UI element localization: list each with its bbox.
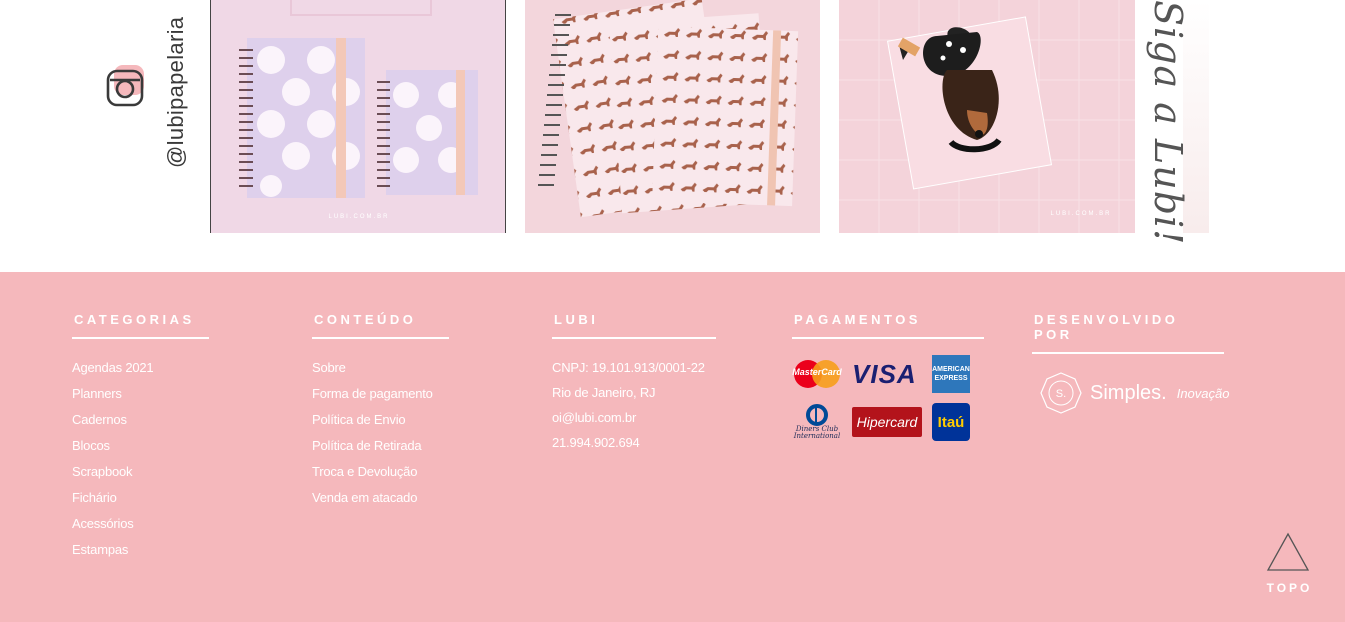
- link-politica-retirada[interactable]: Política de Retirada: [312, 433, 449, 459]
- photo-watermark: LUBI.COM.BR: [1050, 211, 1111, 217]
- simples-badge-icon: S.: [1040, 372, 1082, 414]
- instagram-icon[interactable]: [106, 63, 146, 107]
- dachshund-notebook-image: LUBI.COM.BR: [839, 0, 1135, 233]
- diners-icon: Diners Club International: [792, 404, 842, 440]
- lubi-info: CNPJ: 19.101.913/0001-22 Rio de Janeiro,…: [552, 355, 716, 455]
- link-blocos[interactable]: Blocos: [72, 433, 209, 459]
- instagram-section: @lubipapelaria LUBI.COM.BR LUBI.COM.BR S…: [0, 0, 1345, 272]
- footer-col-lubi: LUBI CNPJ: 19.101.913/0001-22 Rio de Jan…: [552, 312, 716, 455]
- footer-col-title: DESENVOLVIDO POR: [1032, 312, 1224, 354]
- svg-text:S.: S.: [1056, 388, 1066, 400]
- simples-name: Simples.: [1090, 381, 1167, 404]
- instagram-handle[interactable]: @lubipapelaria: [163, 17, 189, 168]
- mastercard-icon: MasterCard: [792, 358, 842, 390]
- link-scrapbook[interactable]: Scrapbook: [72, 459, 209, 485]
- itau-icon: Itaú: [932, 403, 970, 441]
- categorias-links: Agendas 2021 Planners Cadernos Blocos Sc…: [72, 355, 209, 563]
- instagram-photo-polka-notebooks[interactable]: LUBI.COM.BR: [210, 0, 506, 233]
- hipercard-icon: Hipercard: [852, 407, 922, 437]
- lubi-location: Rio de Janeiro, RJ: [552, 385, 656, 400]
- footer-col-conteudo: CONTEÚDO Sobre Forma de pagamento Políti…: [312, 312, 449, 511]
- lubi-phone[interactable]: 21.994.902.694: [552, 430, 716, 455]
- simples-logo[interactable]: S. Simples. Inovação: [1032, 372, 1229, 414]
- back-to-top-label: TOPO: [1266, 581, 1313, 595]
- conteudo-links: Sobre Forma de pagamento Política de Env…: [312, 355, 449, 511]
- dog-notebooks-image: [525, 0, 820, 233]
- link-politica-envio[interactable]: Política de Envio: [312, 407, 449, 433]
- lubi-cnpj: CNPJ: 19.101.913/0001-22: [552, 360, 705, 375]
- simples-sub: Inovação: [1176, 385, 1230, 401]
- link-agendas[interactable]: Agendas 2021: [72, 355, 209, 381]
- amex-icon: AMERICAN EXPRESS: [932, 355, 970, 393]
- link-fichario[interactable]: Fichário: [72, 485, 209, 511]
- link-cadernos[interactable]: Cadernos: [72, 407, 209, 433]
- polka-notebooks-image: LUBI.COM.BR: [211, 0, 505, 233]
- link-forma-pagamento[interactable]: Forma de pagamento: [312, 381, 449, 407]
- photo-watermark: LUBI.COM.BR: [328, 214, 389, 220]
- instagram-photo-dachshund-notebook[interactable]: LUBI.COM.BR: [839, 0, 1135, 233]
- lubi-email[interactable]: oi@lubi.com.br: [552, 405, 716, 430]
- link-acessorios[interactable]: Acessórios: [72, 511, 209, 537]
- footer-col-desenvolvido: DESENVOLVIDO POR S. Simples. Inovação: [1032, 312, 1229, 414]
- footer-col-title: CATEGORIAS: [72, 312, 209, 339]
- siga-a-lubi-text[interactable]: Siga a Lubi!: [1146, 0, 1190, 245]
- back-to-top-button[interactable]: TOPO: [1262, 532, 1314, 595]
- footer-col-categorias: CATEGORIAS Agendas 2021 Planners Caderno…: [72, 312, 209, 563]
- visa-icon: VISA: [852, 358, 917, 389]
- footer-col-title: PAGAMENTOS: [792, 312, 984, 339]
- footer-col-pagamentos: PAGAMENTOS MasterCard VISA AMERICAN EXPR…: [792, 312, 984, 441]
- link-troca-devolucao[interactable]: Troca e Devolução: [312, 459, 449, 485]
- triangle-up-icon: [1266, 532, 1310, 571]
- link-venda-atacado[interactable]: Venda em atacado: [312, 485, 449, 511]
- footer-col-title: CONTEÚDO: [312, 312, 449, 339]
- link-estampas[interactable]: Estampas: [72, 537, 209, 563]
- instagram-photo-dog-notebooks[interactable]: [525, 0, 820, 233]
- link-planners[interactable]: Planners: [72, 381, 209, 407]
- footer-col-title: LUBI: [552, 312, 716, 339]
- footer: CATEGORIAS Agendas 2021 Planners Caderno…: [0, 272, 1345, 622]
- link-sobre[interactable]: Sobre: [312, 355, 449, 381]
- payment-cards: MasterCard VISA AMERICAN EXPRESS Diners …: [792, 355, 984, 441]
